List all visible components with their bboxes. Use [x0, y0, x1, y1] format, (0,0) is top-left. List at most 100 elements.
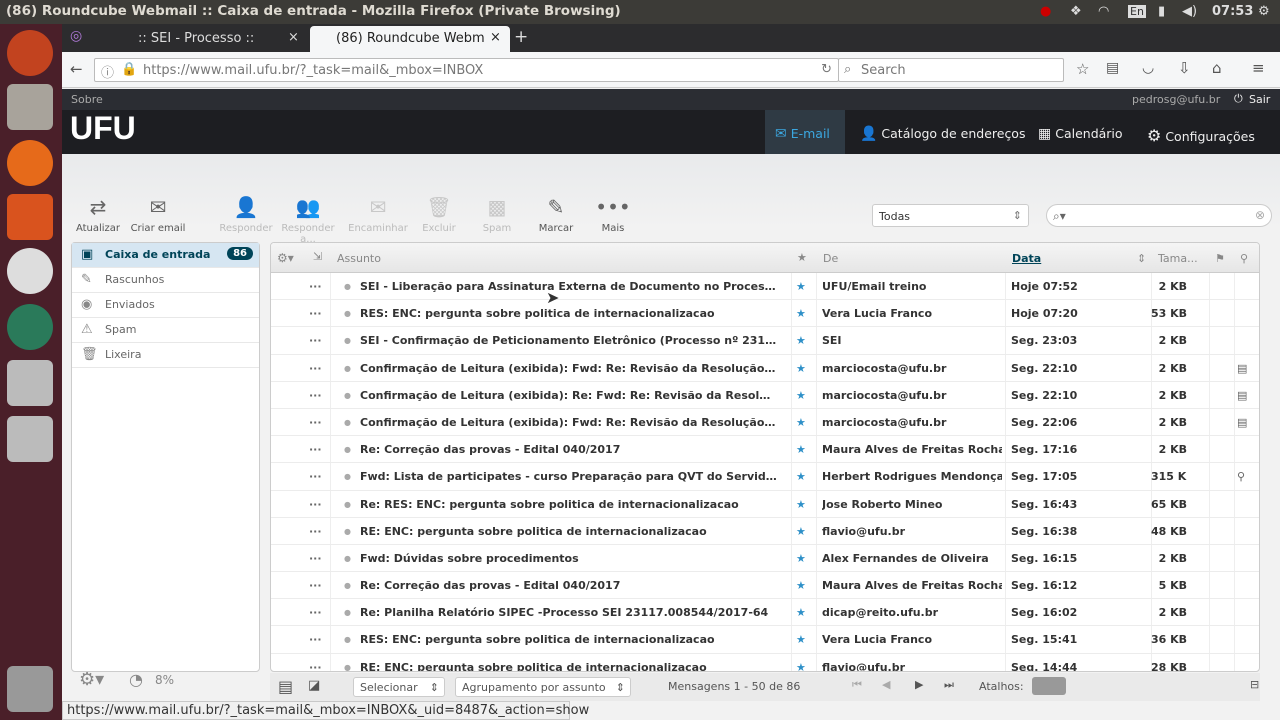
logout-link[interactable]: Sair: [1249, 93, 1270, 106]
folder-sent[interactable]: ◉ Enviados: [72, 293, 259, 318]
drive-icon[interactable]: [7, 416, 53, 462]
folder-inbox[interactable]: ▣ Caixa de entrada 86: [72, 243, 259, 268]
star-icon[interactable]: ★: [796, 307, 806, 320]
clock[interactable]: 07:53: [1212, 4, 1253, 19]
bookmark-star-icon[interactable]: ☆: [1076, 60, 1089, 78]
info-icon[interactable]: ⓘ: [101, 62, 114, 81]
next-page-button[interactable]: ▶: [915, 678, 923, 691]
spam-button[interactable]: ▩ Spam: [465, 195, 529, 234]
table-row[interactable]: ··· ● RE: ENC: pergunta sobre politica de …: [271, 518, 1259, 545]
clear-icon[interactable]: ⊗: [1255, 208, 1265, 222]
close-icon[interactable]: ×: [490, 30, 501, 45]
table-row[interactable]: ··· ● Re: Correção das provas - Edital 040…: [271, 572, 1259, 600]
home-icon[interactable]: ⌂: [1212, 59, 1222, 77]
star-icon[interactable]: ★: [796, 552, 806, 565]
star-icon[interactable]: ★: [796, 498, 806, 511]
star-icon[interactable]: ★: [796, 389, 806, 402]
star-icon[interactable]: ★: [796, 579, 806, 592]
star-icon[interactable]: ★: [796, 443, 806, 456]
pocket-icon[interactable]: ◡: [1142, 60, 1154, 76]
table-row[interactable]: ··· ● SEI - Liberação para Assinatura Exte…: [271, 273, 1259, 301]
table-row[interactable]: ··· ● Re: Planilha Relatório SIPEC -Proces…: [271, 599, 1259, 627]
row-menu-icon[interactable]: ···: [309, 606, 322, 619]
close-icon[interactable]: ×: [288, 30, 299, 45]
col-subject[interactable]: Assunto: [337, 252, 381, 265]
menu-icon[interactable]: ≡: [1252, 59, 1265, 77]
preview-toggle-icon[interactable]: ◪: [308, 678, 320, 693]
first-page-button[interactable]: ⏮: [852, 678, 862, 692]
files-icon[interactable]: [7, 84, 53, 130]
download-icon[interactable]: ⇩: [1178, 59, 1191, 77]
star-icon[interactable]: ★: [796, 416, 806, 429]
threads-menu[interactable]: Agrupamento por assunto ⇕: [455, 677, 631, 697]
col-size[interactable]: Tama...: [1158, 252, 1198, 265]
trash-icon[interactable]: [7, 666, 53, 712]
row-menu-icon[interactable]: ···: [309, 525, 322, 538]
table-row[interactable]: ··· ● Re: Correção das provas - Edital 040…: [271, 436, 1259, 464]
expand-icon[interactable]: ⊟: [1250, 678, 1259, 691]
keyboard-layout[interactable]: En: [1128, 5, 1146, 18]
nav-calendar[interactable]: ▦ Calendário: [1038, 110, 1123, 154]
row-menu-icon[interactable]: ···: [309, 633, 322, 646]
battery-icon[interactable]: ▮: [1158, 4, 1165, 19]
row-menu-icon[interactable]: ···: [309, 470, 322, 483]
music-icon[interactable]: [7, 248, 53, 294]
table-row[interactable]: ··· ● SEI - Confirmação de Peticionamento …: [271, 327, 1259, 355]
attachment-icon[interactable]: ⚲: [1240, 252, 1248, 265]
search-input[interactable]: ⌕ Search: [838, 58, 1064, 82]
table-row[interactable]: ··· ● RES: ENC: pergunta sobre politica de…: [271, 300, 1259, 328]
gear-icon[interactable]: ⚙: [1258, 4, 1270, 19]
star-icon[interactable]: ★: [796, 606, 806, 619]
col-from[interactable]: De: [823, 252, 838, 265]
list-layout-icon[interactable]: ▤: [278, 677, 293, 696]
wifi-icon[interactable]: ◠: [1098, 4, 1109, 19]
back-button[interactable]: ←: [70, 60, 83, 78]
star-icon[interactable]: ★: [796, 661, 806, 671]
thread-toggle-icon[interactable]: ⇲: [313, 250, 322, 263]
firefox-icon[interactable]: [7, 140, 53, 186]
drive-icon[interactable]: [7, 360, 53, 406]
table-row[interactable]: ··· ● Fwd: Dúvidas sobre procedimentos ★ Ale…: [271, 545, 1259, 573]
compose-button[interactable]: ✉ Criar email: [126, 195, 190, 234]
list-options-icon[interactable]: ⚙▾: [277, 251, 294, 265]
filter-select[interactable]: Todas ⇕: [872, 204, 1029, 227]
table-row[interactable]: ··· ● Confirmação de Leitura (exibida): Fw…: [271, 355, 1259, 382]
tab-roundcube[interactable]: (86) Roundcube Webm ×: [310, 26, 510, 52]
flag-icon[interactable]: ⚑: [1215, 252, 1225, 265]
nav-email[interactable]: ✉ E-mail: [765, 110, 845, 154]
col-date[interactable]: Data: [1012, 252, 1041, 265]
select-menu[interactable]: Selecionar ⇕: [353, 677, 445, 697]
table-row[interactable]: ··· ● RES: ENC: pergunta sobre politica de…: [271, 626, 1259, 654]
volume-icon[interactable]: ◀): [1182, 4, 1197, 19]
row-menu-icon[interactable]: ···: [309, 307, 322, 320]
table-row[interactable]: ··· ● Fwd: Lista de participates - curso P…: [271, 463, 1259, 491]
row-menu-icon[interactable]: ···: [309, 661, 322, 671]
table-row[interactable]: ··· ● Re: RES: ENC: pergunta sobre politic…: [271, 491, 1259, 518]
tab-sei[interactable]: :: SEI - Processo :: ×: [112, 26, 307, 52]
folder-spam[interactable]: ⚠ Spam: [72, 318, 259, 343]
star-icon[interactable]: ★: [796, 470, 806, 483]
power-icon[interactable]: ⏻: [1234, 92, 1243, 106]
star-icon[interactable]: ★: [796, 334, 806, 347]
url-bar[interactable]: ⓘ 🔒 https://www.mail.ufu.br/?_task=mail&…: [94, 58, 839, 82]
software-center-icon[interactable]: [7, 194, 53, 240]
delete-button[interactable]: 🗑 Excluir: [407, 195, 471, 234]
row-menu-icon[interactable]: ···: [309, 579, 322, 592]
row-menu-icon[interactable]: ···: [309, 389, 322, 402]
new-tab-button[interactable]: +: [514, 27, 528, 47]
star-icon[interactable]: ★: [797, 251, 807, 264]
mail-search-input[interactable]: ⌕▾ ⊗: [1046, 204, 1272, 227]
dropbox-icon[interactable]: ❖: [1070, 4, 1082, 19]
row-menu-icon[interactable]: ···: [309, 280, 322, 293]
reply-button[interactable]: 👤 Responder: [214, 195, 278, 234]
table-row[interactable]: ··· ● Confirmação de Leitura (exibida): Re…: [271, 382, 1259, 409]
prev-page-button[interactable]: ◀: [882, 678, 890, 691]
more-button[interactable]: ••• Mais: [581, 195, 645, 234]
star-icon[interactable]: ★: [796, 362, 806, 375]
about-link[interactable]: Sobre: [71, 93, 103, 106]
star-icon[interactable]: ★: [796, 280, 806, 293]
ubuntu-icon[interactable]: [7, 30, 53, 76]
search-icon[interactable]: ⌕▾: [1053, 209, 1066, 223]
ufu-logo[interactable]: UFU: [70, 110, 136, 147]
reload-icon[interactable]: ↻: [821, 62, 832, 77]
